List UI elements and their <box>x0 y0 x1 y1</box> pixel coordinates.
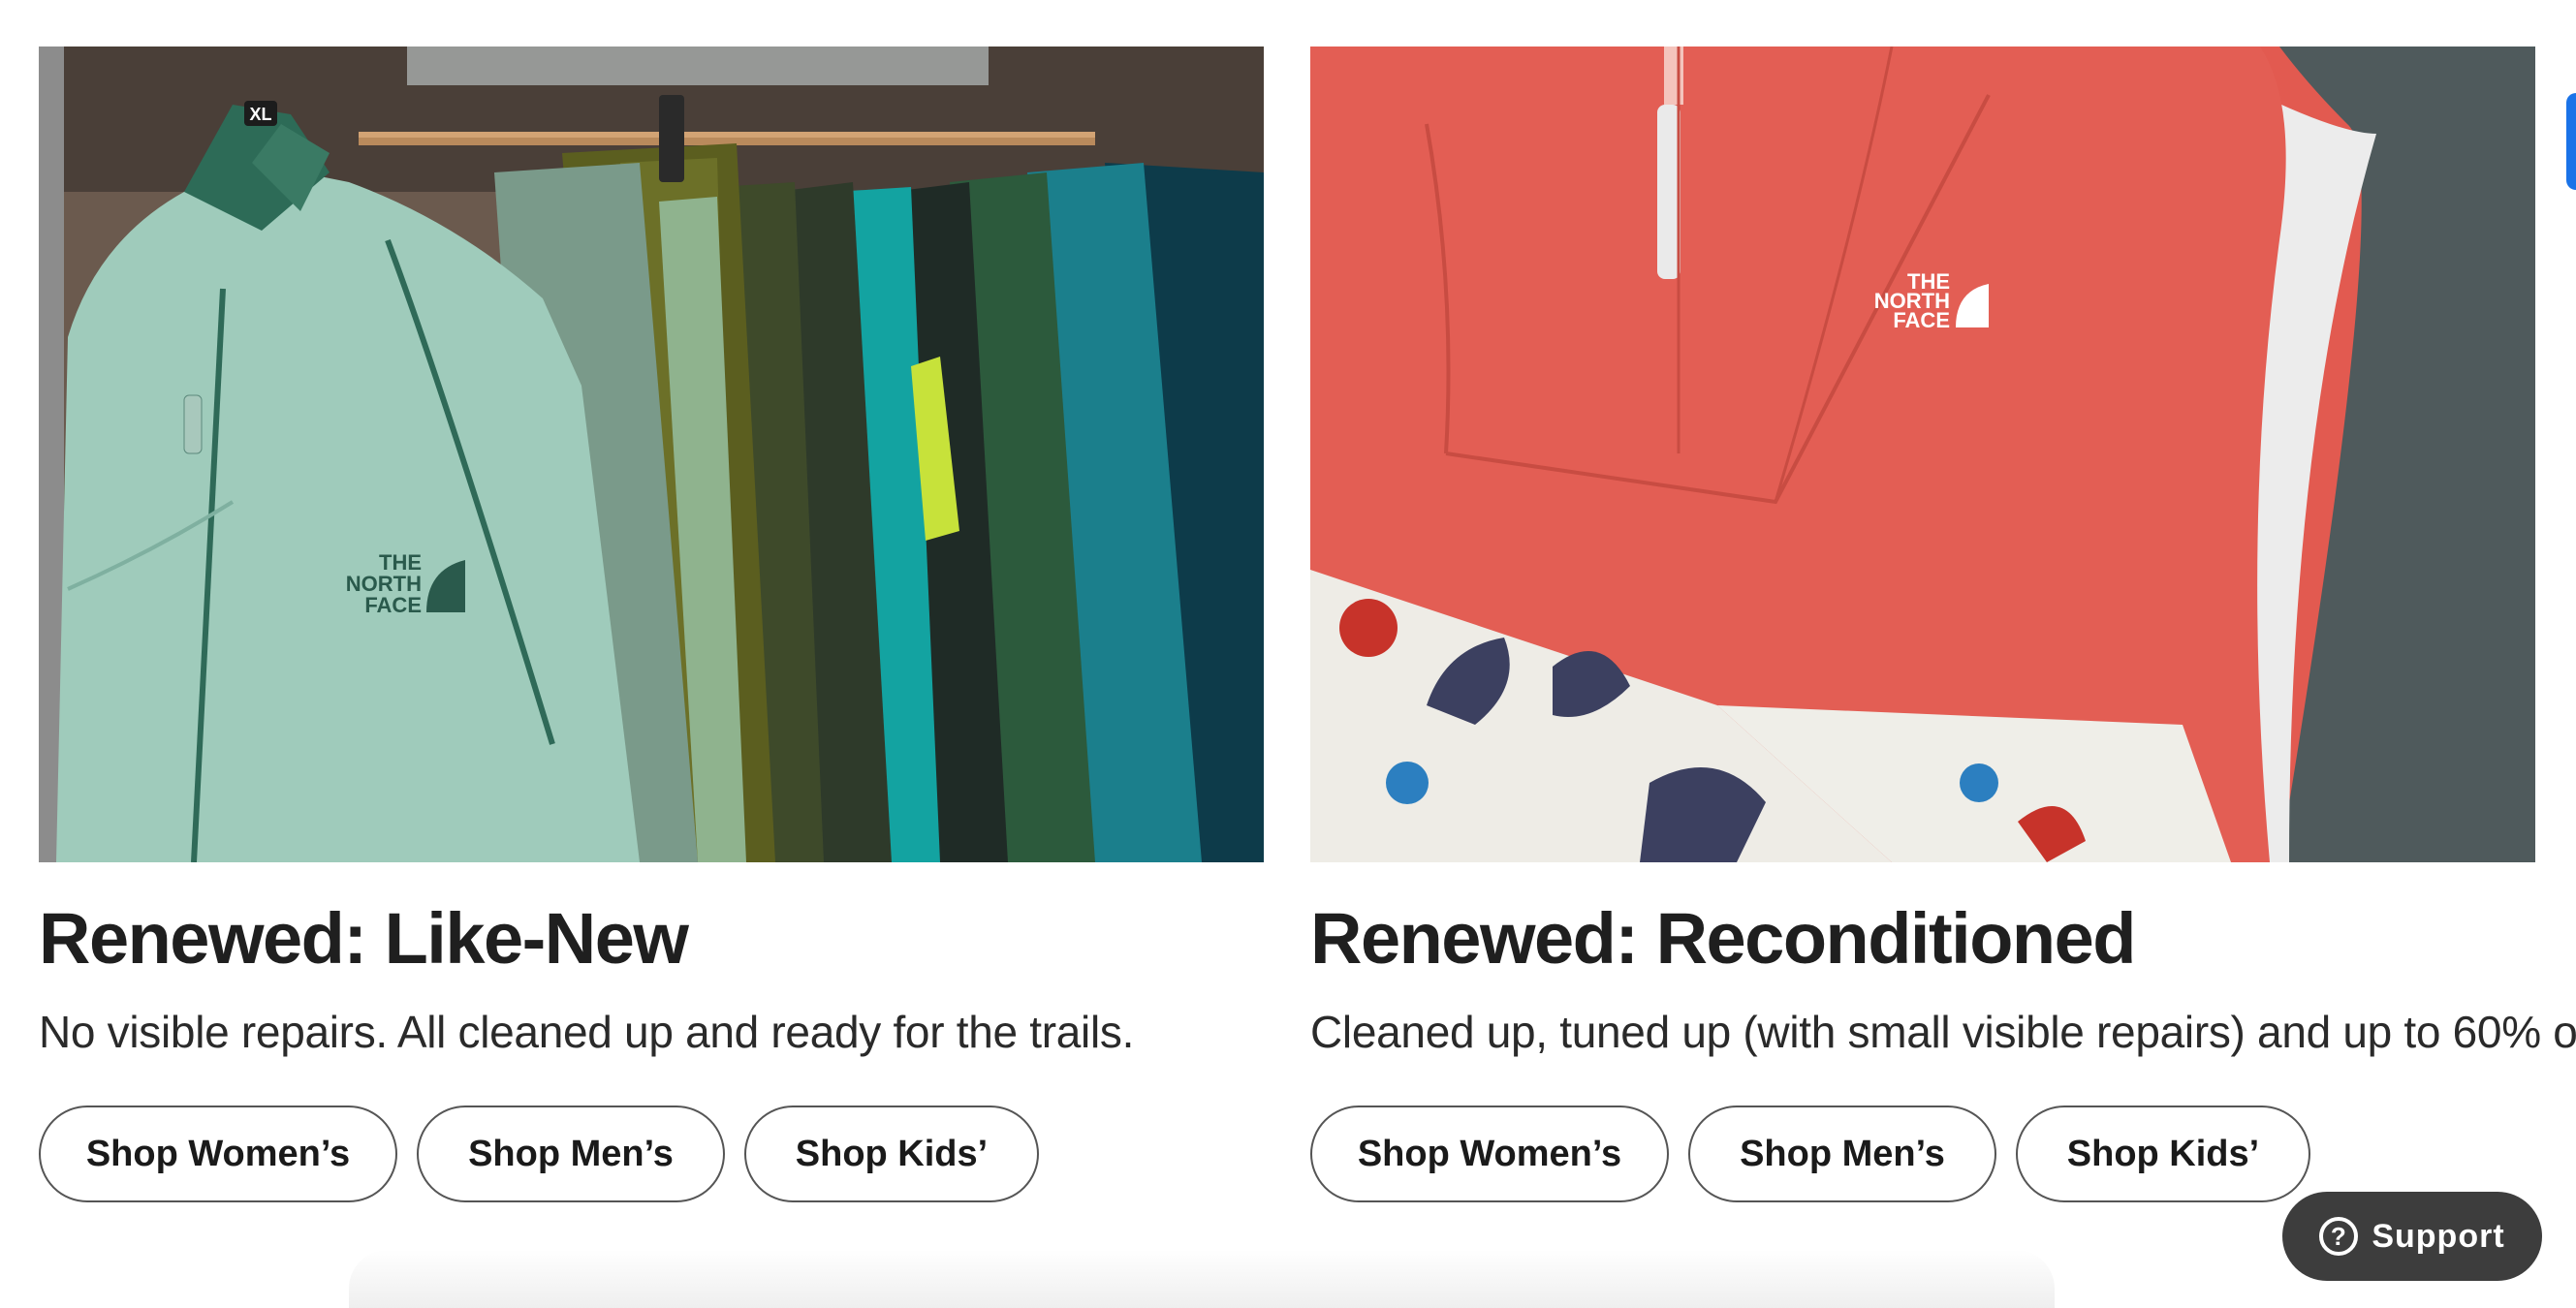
question-circle-icon: ? <box>2319 1217 2359 1256</box>
product-card-reconditioned: THE NORTH FACE Renewed: Reconditioned Cl… <box>1310 47 2576 1202</box>
reconditioned-photo[interactable]: THE NORTH FACE <box>1310 47 2535 862</box>
shop-mens-button[interactable]: Shop Men’s <box>1688 1106 1996 1202</box>
shop-button-group: Shop Women’s Shop Men’s Shop Kids’ <box>1310 1106 2310 1202</box>
svg-text:XL: XL <box>249 105 271 124</box>
card-description: Cleaned up, tuned up (with small visible… <box>1310 1007 2576 1057</box>
card-title: Renewed: Reconditioned <box>1310 898 2136 979</box>
card-description: No visible repairs. All cleaned up and r… <box>39 1007 1135 1057</box>
shop-womens-button[interactable]: Shop Women’s <box>1310 1106 1669 1202</box>
jackets-on-rack-image: THE NORTH FACE XL <box>39 47 1264 862</box>
shop-mens-button[interactable]: Shop Men’s <box>417 1106 725 1202</box>
support-label: Support <box>2372 1217 2505 1255</box>
shop-kids-button[interactable]: Shop Kids’ <box>744 1106 1039 1202</box>
like-new-photo[interactable]: THE NORTH FACE XL <box>39 47 1264 862</box>
side-tab-handle[interactable] <box>2566 93 2576 190</box>
shop-womens-button[interactable]: Shop Women’s <box>39 1106 397 1202</box>
support-button[interactable]: ? Support <box>2282 1192 2542 1281</box>
shop-kids-button[interactable]: Shop Kids’ <box>2016 1106 2310 1202</box>
bottom-shadow-bar <box>349 1250 2055 1308</box>
card-title: Renewed: Like-New <box>39 898 689 979</box>
svg-text:FACE: FACE <box>364 593 422 617</box>
red-vest-image: THE NORTH FACE <box>1310 47 2535 862</box>
shop-button-group: Shop Women’s Shop Men’s Shop Kids’ <box>39 1106 1039 1202</box>
product-card-like-new: THE NORTH FACE XL Renewed: Like-New No v… <box>39 47 1264 1202</box>
svg-text:FACE: FACE <box>1893 308 1950 332</box>
